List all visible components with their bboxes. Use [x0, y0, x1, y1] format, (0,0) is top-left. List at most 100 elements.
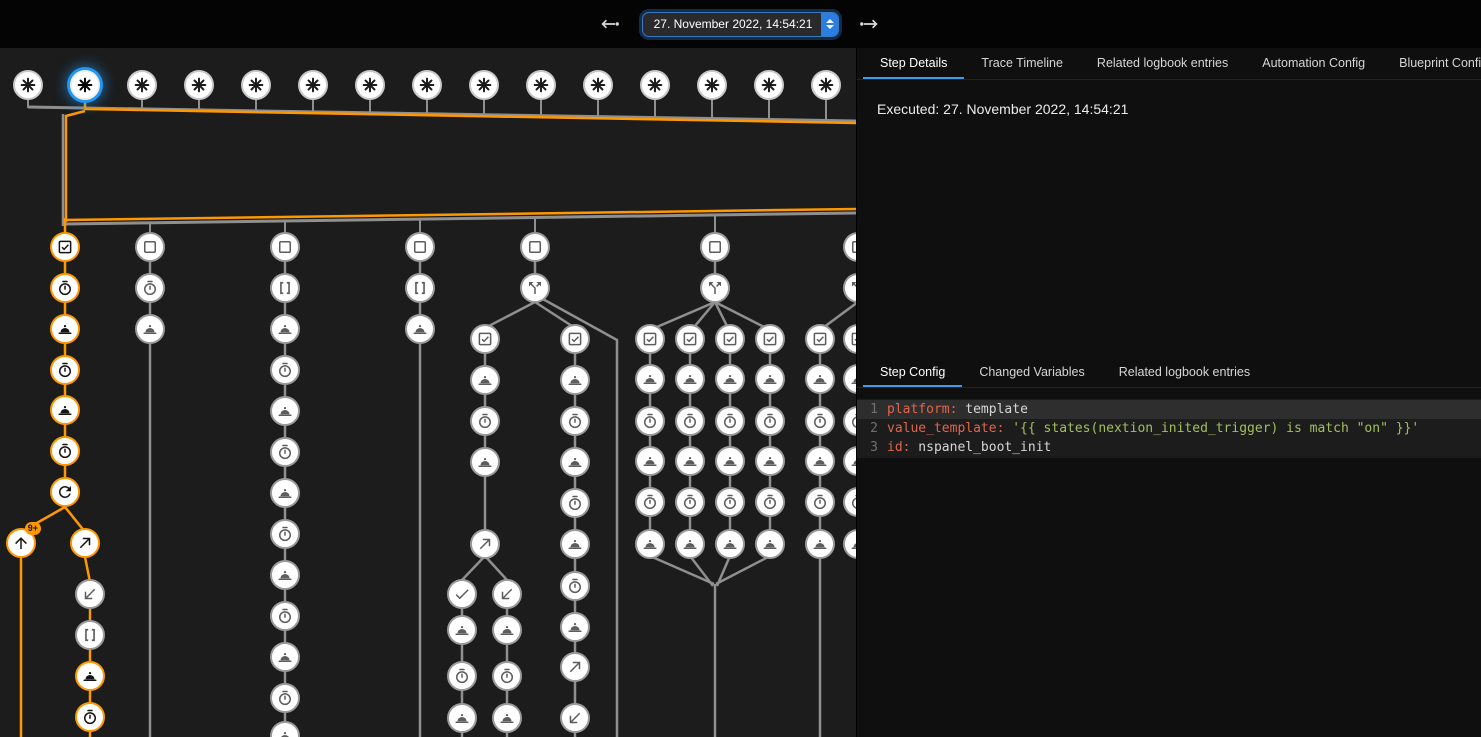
timer-node[interactable]: [715, 487, 745, 517]
arrow-bl-node[interactable]: [75, 579, 105, 609]
tab-changed-variables[interactable]: Changed Variables: [962, 358, 1101, 387]
timer-node[interactable]: [50, 355, 80, 385]
service-node[interactable]: [447, 703, 477, 733]
service-node[interactable]: [675, 529, 705, 559]
asterisk-node[interactable]: [298, 70, 328, 100]
asterisk-node[interactable]: [697, 70, 727, 100]
tab-trace-timeline[interactable]: Trace Timeline: [964, 48, 1080, 79]
service-node[interactable]: [270, 560, 300, 590]
asterisk-node[interactable]: [583, 70, 613, 100]
timer-node[interactable]: [492, 661, 522, 691]
service-node[interactable]: [635, 446, 665, 476]
service-node[interactable]: [805, 529, 835, 559]
asterisk-node[interactable]: [127, 70, 157, 100]
service-node[interactable]: [492, 615, 522, 645]
traverse-node[interactable]: [470, 529, 500, 559]
tab-config-related-logbook-entries[interactable]: Related logbook entries: [1102, 358, 1267, 387]
asterisk-node[interactable]: [412, 70, 442, 100]
service-node[interactable]: [560, 612, 590, 642]
service-node[interactable]: [755, 364, 785, 394]
service-node[interactable]: [270, 314, 300, 344]
asterisk-node[interactable]: [70, 70, 100, 100]
asterisk-node[interactable]: [469, 70, 499, 100]
timer-node[interactable]: [560, 406, 590, 436]
asterisk-node[interactable]: [13, 70, 43, 100]
asterisk-node[interactable]: [811, 70, 841, 100]
checkbox-node[interactable]: [50, 232, 80, 262]
next-run-button[interactable]: [858, 11, 884, 37]
service-node[interactable]: [470, 365, 500, 395]
repeat-node[interactable]: [50, 477, 80, 507]
checkbox-node[interactable]: [560, 324, 590, 354]
service-node[interactable]: [270, 396, 300, 426]
asterisk-node[interactable]: [640, 70, 670, 100]
service-node[interactable]: [492, 703, 522, 733]
timer-node[interactable]: [470, 406, 500, 436]
timer-node[interactable]: [50, 273, 80, 303]
service-node[interactable]: [270, 478, 300, 508]
service-node[interactable]: [675, 364, 705, 394]
timer-node[interactable]: [560, 571, 590, 601]
service-node[interactable]: [135, 314, 165, 344]
split-node[interactable]: [520, 273, 550, 303]
checkbox-node[interactable]: [470, 324, 500, 354]
square-node[interactable]: [700, 232, 730, 262]
timer-node[interactable]: [635, 487, 665, 517]
asterisk-node[interactable]: [754, 70, 784, 100]
service-node[interactable]: [560, 447, 590, 477]
service-node[interactable]: [635, 364, 665, 394]
square-node[interactable]: [520, 232, 550, 262]
arrow-up-node[interactable]: 9+: [6, 528, 36, 558]
timer-node[interactable]: [560, 488, 590, 518]
checkbox-node[interactable]: [805, 324, 835, 354]
checkbox-node[interactable]: [675, 324, 705, 354]
timer-node[interactable]: [270, 683, 300, 713]
timer-node[interactable]: [675, 406, 705, 436]
square-node[interactable]: [405, 232, 435, 262]
check-node[interactable]: [447, 579, 477, 609]
service-node[interactable]: [75, 661, 105, 691]
arrow-bl-node[interactable]: [560, 703, 590, 733]
timer-node[interactable]: [447, 661, 477, 691]
asterisk-node[interactable]: [526, 70, 556, 100]
service-node[interactable]: [715, 529, 745, 559]
service-node[interactable]: [50, 395, 80, 425]
service-node[interactable]: [715, 446, 745, 476]
tab-blueprint-config[interactable]: Blueprint Config: [1382, 48, 1481, 79]
tab-step-details[interactable]: Step Details: [863, 48, 964, 79]
checkbox-node[interactable]: [715, 324, 745, 354]
timer-node[interactable]: [270, 519, 300, 549]
service-node[interactable]: [805, 364, 835, 394]
service-node[interactable]: [715, 364, 745, 394]
asterisk-node[interactable]: [184, 70, 214, 100]
timer-node[interactable]: [715, 406, 745, 436]
service-node[interactable]: [560, 529, 590, 559]
service-node[interactable]: [50, 314, 80, 344]
service-node[interactable]: [755, 529, 785, 559]
run-selector[interactable]: 27. November 2022, 14:54:21: [643, 13, 839, 36]
arrow-bl-node[interactable]: [492, 579, 522, 609]
brackets-node[interactable]: [75, 620, 105, 650]
trace-graph[interactable]: 9+: [0, 48, 856, 737]
split-node[interactable]: [700, 273, 730, 303]
timer-node[interactable]: [135, 273, 165, 303]
asterisk-node[interactable]: [355, 70, 385, 100]
timer-node[interactable]: [270, 601, 300, 631]
timer-node[interactable]: [50, 436, 80, 466]
checkbox-node[interactable]: [755, 324, 785, 354]
service-node[interactable]: [675, 446, 705, 476]
yaml-code-editor[interactable]: 1platform: template2value_template: '{{ …: [857, 399, 1481, 458]
traverse-node[interactable]: [70, 528, 100, 558]
timer-node[interactable]: [635, 406, 665, 436]
service-node[interactable]: [405, 314, 435, 344]
square-node[interactable]: [135, 232, 165, 262]
square-node[interactable]: [270, 232, 300, 262]
timer-node[interactable]: [805, 406, 835, 436]
service-node[interactable]: [805, 446, 835, 476]
checkbox-node[interactable]: [635, 324, 665, 354]
tab-related-logbook-entries[interactable]: Related logbook entries: [1080, 48, 1245, 79]
previous-run-button[interactable]: [597, 11, 623, 37]
service-node[interactable]: [635, 529, 665, 559]
timer-node[interactable]: [270, 437, 300, 467]
service-node[interactable]: [560, 365, 590, 395]
